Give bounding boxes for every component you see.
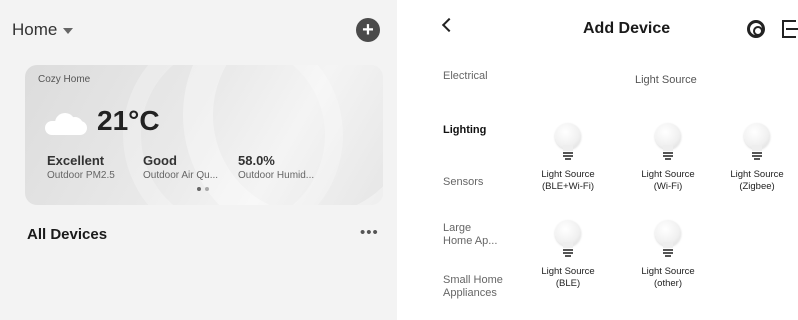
stat-air-quality: Good Outdoor Air Qu... — [143, 153, 218, 181]
stat-value: Excellent — [47, 153, 105, 168]
stat-humidity: 58.0% Outdoor Humid... — [238, 153, 314, 181]
stat-label: Outdoor Humid... — [238, 170, 315, 181]
category-small-home-appliances[interactable]: Small Home Appliances — [443, 274, 503, 300]
device-light-ble[interactable]: Light Source (BLE) — [527, 220, 609, 290]
device-light-ble-wifi[interactable]: Light Source (BLE+Wi-Fi) — [527, 123, 609, 193]
caret-down-icon — [63, 28, 74, 34]
device-light-wifi[interactable]: Light Source (Wi-Fi) — [627, 123, 709, 193]
section-title: Light Source — [635, 74, 697, 86]
category-large-home-appliances[interactable]: Large Home Ap... — [443, 222, 497, 248]
home-selector[interactable]: Home — [12, 20, 74, 40]
stat-value: 58.0% — [238, 153, 275, 168]
more-options-button[interactable]: ••• — [360, 224, 379, 241]
device-name: Light Source (BLE) — [541, 266, 595, 289]
stat-pm25: Excellent Outdoor PM2.5 — [47, 153, 115, 181]
weather-card[interactable]: Cozy Home 21°C Excellent Outdoor PM2.5 G… — [25, 65, 383, 205]
home-label: Home — [12, 20, 58, 39]
stat-label: Outdoor PM2.5 — [47, 170, 115, 181]
stat-label: Outdoor Air Qu... — [143, 170, 219, 181]
card-home-name: Cozy Home — [38, 74, 91, 85]
light-bulb-icon — [655, 123, 681, 163]
category-lighting[interactable]: Lighting — [443, 124, 486, 137]
device-name: Light Source (BLE+Wi-Fi) — [541, 169, 595, 192]
category-electrical[interactable]: Electrical — [443, 70, 488, 83]
light-bulb-icon — [555, 123, 581, 163]
page-dot-active — [197, 187, 201, 191]
add-device-button[interactable]: + — [356, 18, 380, 42]
auto-scan-icon[interactable] — [747, 20, 765, 38]
light-bulb-icon — [555, 220, 581, 260]
device-name: Light Source (Zigbee) — [730, 169, 784, 192]
home-panel: Home + Cozy Home 21°C Excellent Outdoor … — [0, 0, 397, 320]
cloud-icon — [45, 113, 87, 135]
device-light-other[interactable]: Light Source (other) — [627, 220, 709, 290]
all-devices-heading: All Devices — [27, 226, 108, 243]
light-bulb-icon — [655, 220, 681, 260]
device-name: Light Source (other) — [641, 266, 695, 289]
temperature: 21°C — [97, 105, 160, 136]
device-light-zigbee[interactable]: Light Source (Zigbee) — [716, 123, 798, 193]
device-name: Light Source (Wi-Fi) — [641, 169, 695, 192]
page-indicator — [197, 187, 209, 191]
category-sensors[interactable]: Sensors — [443, 176, 483, 189]
plus-circle-icon: + — [362, 18, 374, 41]
page-title: Add Device — [583, 20, 671, 37]
light-bulb-icon — [744, 123, 770, 163]
stat-value: Good — [143, 153, 177, 168]
page-dot — [205, 187, 209, 191]
qr-scan-icon[interactable] — [782, 20, 798, 38]
